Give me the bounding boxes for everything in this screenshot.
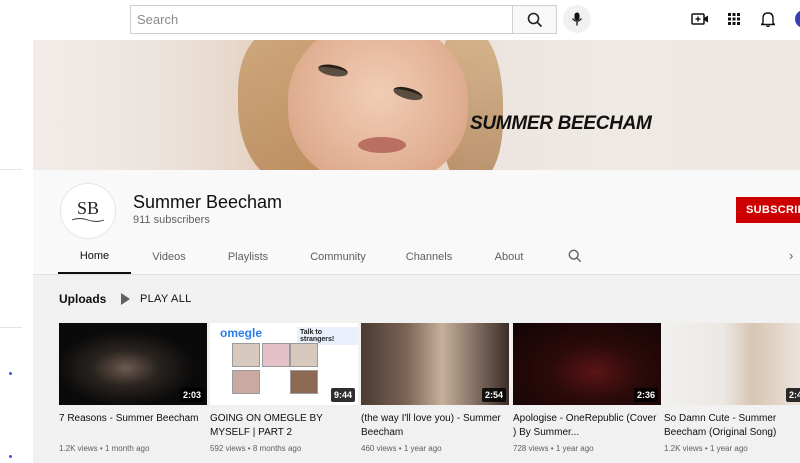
chevron-right-icon[interactable]: › xyxy=(789,248,793,263)
channel-avatar-monogram: SB xyxy=(76,198,100,218)
apps-button[interactable] xyxy=(724,9,744,29)
video-card[interactable]: omegle Talk to strangers! 9:44 GOING ON … xyxy=(210,323,358,453)
channel-banner: SUMMER BEECHAM xyxy=(33,40,800,170)
uploads-heading[interactable]: Uploads xyxy=(59,292,106,306)
search-button[interactable] xyxy=(512,5,557,34)
account-avatar[interactable] xyxy=(795,10,800,28)
tab-home[interactable]: Home xyxy=(58,240,131,274)
tab-videos[interactable]: Videos xyxy=(137,240,201,274)
thumbnail-webcam-frame xyxy=(290,370,318,394)
apps-grid-icon xyxy=(728,13,740,25)
tab-playlists[interactable]: Playlists xyxy=(215,240,281,274)
tab-community[interactable]: Community xyxy=(300,240,376,274)
channel-tabs: Home Videos Playlists Community Channels… xyxy=(33,240,800,274)
video-age: 1 year ago xyxy=(555,444,594,453)
sidebar-item-indicator[interactable] xyxy=(9,372,12,375)
video-duration: 2:4 xyxy=(786,388,800,402)
banner-channel-name: SUMMER BEECHAM xyxy=(470,113,652,134)
video-duration: 2:36 xyxy=(633,388,658,402)
thumbnail-webcam-frame xyxy=(232,370,260,394)
video-meta: 728 views • 1 year ago xyxy=(513,444,594,453)
video-meta: 592 views • 8 months ago xyxy=(210,444,302,453)
video-views: 728 views xyxy=(513,444,549,453)
play-all-button[interactable]: PLAY ALL xyxy=(121,291,192,307)
create-video-icon xyxy=(691,13,708,25)
video-card[interactable]: 2:36 Apologise - OneRepublic (Cover ) By… xyxy=(513,323,661,453)
thumbnail-webcam-frame xyxy=(262,343,290,367)
notifications-button[interactable] xyxy=(758,9,778,29)
video-title[interactable]: (the way I'll love you) - Summer Beecham xyxy=(361,412,509,440)
mic-icon xyxy=(571,12,583,26)
uploads-shelf: Uploads PLAY ALL 2:03 7 Reasons - Summer… xyxy=(33,275,800,463)
search-input[interactable] xyxy=(130,5,512,34)
tab-about[interactable]: About xyxy=(482,240,536,274)
video-meta: 1.2K views • 1 year ago xyxy=(664,444,748,453)
thumbnail-webcam-frame xyxy=(290,343,318,367)
thumbnail-logo-text: omegle xyxy=(220,326,263,340)
video-views: 460 views xyxy=(361,444,397,453)
video-thumbnail[interactable]: omegle Talk to strangers! 9:44 xyxy=(210,323,358,405)
video-thumbnail[interactable]: 2:36 xyxy=(513,323,661,405)
video-views: 1.2K views xyxy=(59,444,98,453)
video-meta: 460 views • 1 year ago xyxy=(361,444,442,453)
video-title[interactable]: GOING ON OMEGLE BY MYSELF | PART 2 xyxy=(210,412,358,440)
video-age: 1 year ago xyxy=(403,444,442,453)
video-card[interactable]: 2:4 So Damn Cute - Summer Beecham (Origi… xyxy=(664,323,800,453)
play-all-label: PLAY ALL xyxy=(140,293,192,305)
video-card[interactable]: 2:54 (the way I'll love you) - Summer Be… xyxy=(361,323,509,453)
sidebar-item-indicator[interactable] xyxy=(9,455,12,458)
thumbnail-webcam-frame xyxy=(232,343,260,367)
video-title[interactable]: 7 Reasons - Summer Beecham xyxy=(59,412,207,440)
video-title[interactable]: Apologise - OneRepublic (Cover ) By Summ… xyxy=(513,412,661,440)
video-views: 1.2K views xyxy=(664,444,703,453)
video-title[interactable]: So Damn Cute - Summer Beecham (Original … xyxy=(664,412,800,440)
sidebar-divider xyxy=(0,169,22,170)
channel-avatar[interactable]: SB xyxy=(60,183,116,239)
video-meta: 1.2K views • 1 month ago xyxy=(59,444,150,453)
play-icon xyxy=(121,293,130,305)
bell-icon xyxy=(761,12,775,27)
video-views: 592 views xyxy=(210,444,246,453)
video-thumbnail[interactable]: 2:03 xyxy=(59,323,207,405)
subscriber-count: 911 subscribers xyxy=(133,214,210,226)
video-age: 1 year ago xyxy=(709,444,748,453)
subscribe-button[interactable]: SUBSCRIBE xyxy=(736,197,800,223)
voice-search-button[interactable] xyxy=(563,5,591,33)
video-duration: 2:54 xyxy=(481,388,506,402)
search-icon xyxy=(527,12,542,27)
left-sidebar xyxy=(0,40,33,463)
tab-channels[interactable]: Channels xyxy=(395,240,463,274)
channel-search-icon[interactable] xyxy=(568,249,582,263)
sidebar-divider xyxy=(0,327,22,328)
flourish-icon xyxy=(71,218,105,222)
create-button[interactable] xyxy=(690,9,710,29)
video-thumbnail[interactable]: 2:54 xyxy=(361,323,509,405)
banner-photo-lips xyxy=(358,137,406,153)
video-duration: 2:03 xyxy=(179,388,204,402)
video-card[interactable]: 2:03 7 Reasons - Summer Beecham 1.2K vie… xyxy=(59,323,207,453)
top-bar xyxy=(0,0,800,40)
video-duration: 9:44 xyxy=(330,388,355,402)
video-thumbnail[interactable]: 2:4 xyxy=(664,323,800,405)
channel-name: Summer Beecham xyxy=(133,192,283,212)
video-age: 1 month ago xyxy=(104,444,150,453)
video-age: 8 months ago xyxy=(252,444,302,453)
